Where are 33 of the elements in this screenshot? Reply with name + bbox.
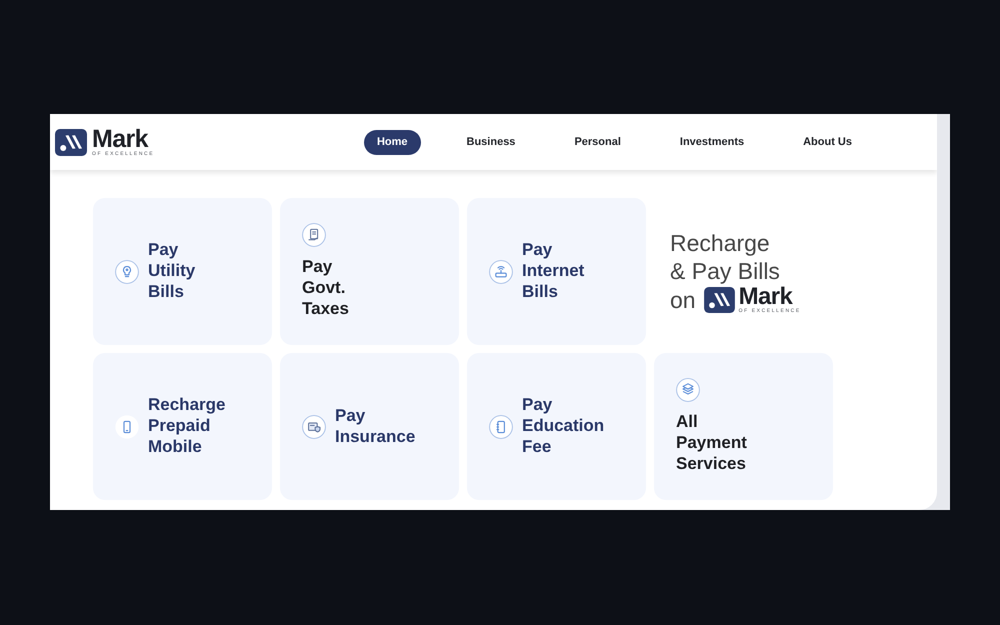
service-card[interactable]: Pay Insurance	[280, 353, 459, 500]
nav-tab[interactable]: Investments	[666, 130, 758, 154]
service-card[interactable]: All Payment Services	[654, 353, 833, 500]
service-card[interactable]: Pay Govt. Taxes	[280, 198, 459, 345]
service-label: Recharge Prepaid Mobile	[148, 395, 226, 458]
service-label: Pay Govt. Taxes	[302, 257, 349, 320]
phone-icon	[115, 414, 139, 438]
service-label: Pay Insurance	[335, 406, 416, 448]
promo-headline: on	[670, 286, 696, 314]
brand-name: Mark	[92, 128, 148, 150]
document-icon	[302, 223, 326, 248]
logo-mark-icon	[55, 128, 87, 156]
service-label: Pay Education Fee	[522, 395, 604, 458]
service-card[interactable]: Recharge Prepaid Mobile	[93, 353, 272, 500]
layers-icon	[676, 378, 700, 402]
service-label: All Payment Services	[676, 412, 747, 475]
service-card[interactable]: Pay Education Fee	[467, 353, 646, 500]
logo-mark-icon	[704, 287, 735, 313]
promo-headline: & Pay Bills	[670, 257, 780, 286]
nav-tab[interactable]: Personal	[561, 130, 634, 154]
card-shield-icon	[302, 414, 326, 438]
brand-name: Mark	[738, 286, 792, 308]
service-label: Pay Internet Bills	[522, 240, 584, 303]
lightbulb-icon	[115, 260, 139, 284]
notebook-icon	[489, 414, 513, 438]
service-card[interactable]: Pay Utility Bills	[93, 198, 272, 345]
nav-tab[interactable]: Business	[454, 130, 528, 154]
router-icon	[489, 260, 513, 284]
promo-headline: Recharge	[670, 228, 770, 258]
service-card[interactable]: Pay Internet Bills	[467, 198, 646, 345]
nav-tab[interactable]: Home	[364, 130, 421, 154]
service-label: Pay Utility Bills	[148, 240, 196, 303]
nav-tab[interactable]: About Us	[790, 130, 865, 154]
